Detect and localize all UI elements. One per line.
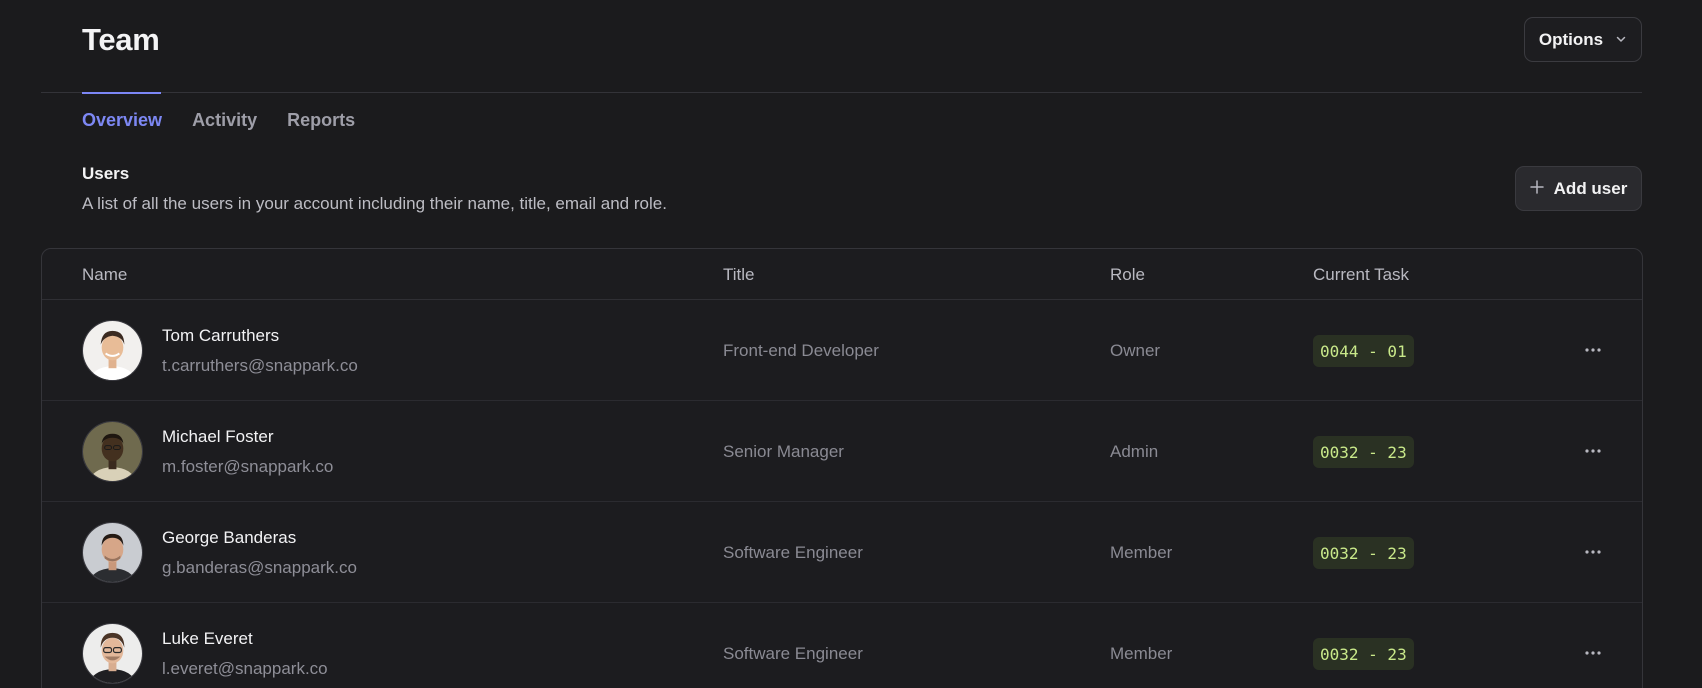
- options-button[interactable]: Options: [1524, 17, 1642, 62]
- ellipsis-icon[interactable]: [1582, 441, 1604, 461]
- user-role: Admin: [1110, 442, 1159, 461]
- current-task-badge: 0032 - 23: [1313, 436, 1414, 468]
- page-title: Team: [82, 22, 160, 57]
- current-task-badge: 0044 - 01: [1313, 335, 1414, 367]
- ellipsis-icon[interactable]: [1582, 340, 1604, 360]
- users-table: Name Title Role Current Task Tom Carruth…: [41, 248, 1643, 688]
- user-role: Member: [1110, 543, 1173, 562]
- user-name: Michael Foster: [162, 427, 274, 446]
- avatar: [82, 522, 143, 583]
- active-tab-indicator: [82, 92, 161, 94]
- tab-bar: Overview Activity Reports: [82, 110, 355, 131]
- column-header-name[interactable]: Name: [82, 265, 127, 285]
- chevron-down-icon: [1615, 30, 1627, 50]
- column-header-current-task[interactable]: Current Task: [1313, 265, 1409, 285]
- table-row[interactable]: George Banderas g.banderas@snappark.co S…: [42, 502, 1642, 603]
- section-title: Users: [82, 164, 130, 183]
- user-email: m.foster@snappark.co: [162, 457, 334, 476]
- user-title: Senior Manager: [723, 442, 844, 461]
- add-user-button[interactable]: Add user: [1515, 166, 1642, 211]
- plus-icon: [1529, 179, 1544, 199]
- table-header: Name Title Role Current Task: [42, 249, 1642, 300]
- avatar: [82, 623, 143, 684]
- current-task-badge: 0032 - 23: [1313, 638, 1414, 670]
- avatar: [82, 421, 143, 482]
- avatar: [82, 320, 143, 381]
- tab-overview[interactable]: Overview: [82, 110, 162, 131]
- tab-activity[interactable]: Activity: [192, 110, 257, 131]
- ellipsis-icon[interactable]: [1582, 643, 1604, 663]
- user-email: l.everet@snappark.co: [162, 659, 328, 678]
- user-name: George Banderas: [162, 528, 297, 547]
- table-row[interactable]: Luke Everet l.everet@snappark.co Softwar…: [42, 603, 1642, 688]
- user-role: Member: [1110, 644, 1173, 663]
- user-name: Tom Carruthers: [162, 326, 280, 345]
- tabs-divider: [41, 92, 1642, 93]
- user-name: Luke Everet: [162, 629, 253, 648]
- column-header-role[interactable]: Role: [1110, 265, 1145, 285]
- table-row[interactable]: Tom Carruthers t.carruthers@snappark.co …: [42, 300, 1642, 401]
- ellipsis-icon[interactable]: [1582, 542, 1604, 562]
- current-task-badge: 0032 - 23: [1313, 537, 1414, 569]
- user-title: Front-end Developer: [723, 341, 879, 360]
- team-page: Team Options Overview Activity Reports U…: [0, 0, 1702, 688]
- user-title: Software Engineer: [723, 543, 863, 562]
- user-email: t.carruthers@snappark.co: [162, 356, 358, 375]
- section-description: A list of all the users in your account …: [82, 194, 667, 213]
- user-title: Software Engineer: [723, 644, 863, 663]
- add-user-label: Add user: [1553, 178, 1628, 198]
- column-header-title[interactable]: Title: [723, 265, 755, 285]
- user-role: Owner: [1110, 341, 1161, 360]
- user-email: g.banderas@snappark.co: [162, 558, 357, 577]
- tab-reports[interactable]: Reports: [287, 110, 355, 131]
- table-row[interactable]: Michael Foster m.foster@snappark.co Seni…: [42, 401, 1642, 502]
- options-label: Options: [1538, 29, 1604, 49]
